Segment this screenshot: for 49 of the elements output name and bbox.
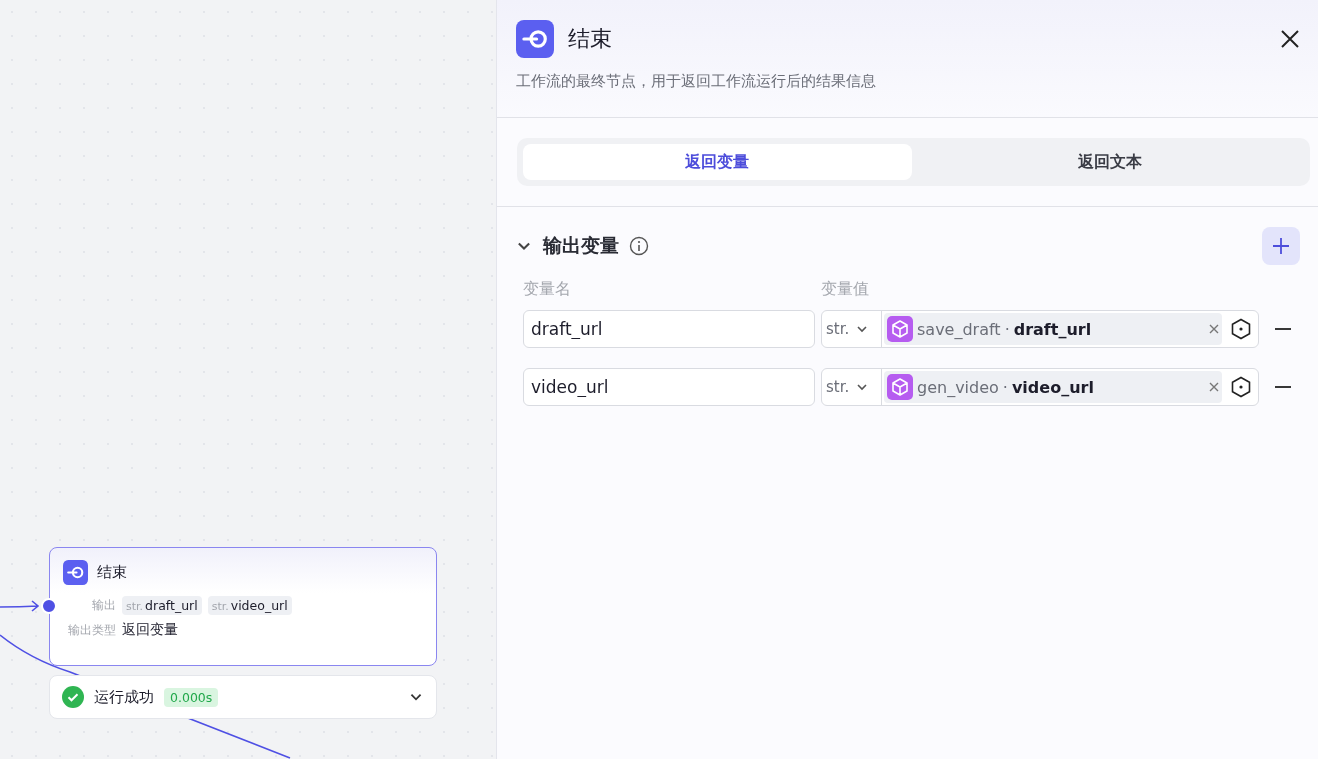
plus-icon bbox=[1272, 237, 1290, 255]
source-node-name: save_draft bbox=[917, 319, 1001, 339]
end-node-card[interactable]: 结束 输出 str. draft_url str. video_url 输出类型 返回变量 bbox=[49, 547, 437, 666]
variable-name-field[interactable]: draft_url bbox=[523, 310, 815, 348]
tab[interactable]: 返回文本 bbox=[915, 144, 1304, 180]
close-button[interactable] bbox=[1280, 29, 1300, 49]
node-title: 结束 bbox=[97, 563, 127, 582]
close-icon bbox=[1209, 382, 1219, 392]
input-port[interactable] bbox=[41, 598, 57, 614]
clear-button[interactable] bbox=[1209, 324, 1219, 334]
run-time-badge: 0.000s bbox=[164, 687, 219, 707]
end-node-icon bbox=[63, 560, 88, 585]
hexagon-icon bbox=[1230, 376, 1252, 398]
output-type-label: 输出类型 bbox=[67, 622, 116, 638]
panel-title: 结束 bbox=[568, 25, 612, 53]
hexagon-icon bbox=[1230, 318, 1252, 340]
output-tag: str. draft_url bbox=[122, 596, 202, 615]
variable-name-field[interactable]: video_url bbox=[523, 368, 815, 406]
variable-value-field[interactable]: str. gen_video · video_url bbox=[821, 368, 1259, 406]
end-node-icon bbox=[516, 20, 554, 58]
connector-line bbox=[0, 598, 42, 614]
minus-icon bbox=[1275, 328, 1291, 330]
output-label: 输出 bbox=[91, 598, 116, 613]
type-select[interactable]: str. bbox=[822, 311, 882, 347]
source-variable-name: video_url bbox=[1011, 377, 1094, 397]
variable-value-field[interactable]: str. save_draft · draft_url bbox=[821, 310, 1259, 348]
column-header: 变量值 bbox=[821, 279, 870, 300]
info-icon[interactable] bbox=[629, 236, 649, 256]
source-variable-name: draft_url bbox=[1013, 319, 1092, 339]
cube-icon bbox=[887, 316, 913, 342]
clear-button[interactable] bbox=[1209, 382, 1219, 392]
panel-description: 工作流的最终节点，用于返回工作流运行后的结果信息 bbox=[516, 72, 877, 91]
type-select[interactable]: str. bbox=[822, 369, 882, 405]
separator-dot: · bbox=[1004, 319, 1010, 339]
check-circle-icon bbox=[62, 686, 84, 708]
close-icon bbox=[1209, 324, 1219, 334]
run-status-text: 运行成功 bbox=[94, 687, 154, 707]
output-tag: str. video_url bbox=[207, 596, 292, 615]
column-header: 变量名 bbox=[523, 279, 572, 300]
source-node-name: gen_video bbox=[917, 377, 999, 397]
tab[interactable]: 返回变量 bbox=[523, 144, 912, 180]
add-button[interactable] bbox=[1262, 227, 1300, 265]
section-title: 输出变量 bbox=[543, 233, 619, 258]
separator-dot: · bbox=[1002, 377, 1008, 397]
run-status-bar[interactable]: 运行成功 0.000s bbox=[49, 675, 437, 719]
cube-icon bbox=[887, 374, 913, 400]
output-type-value: 返回变量 bbox=[122, 621, 178, 639]
minus-icon bbox=[1275, 386, 1291, 388]
close-icon bbox=[1280, 29, 1300, 49]
